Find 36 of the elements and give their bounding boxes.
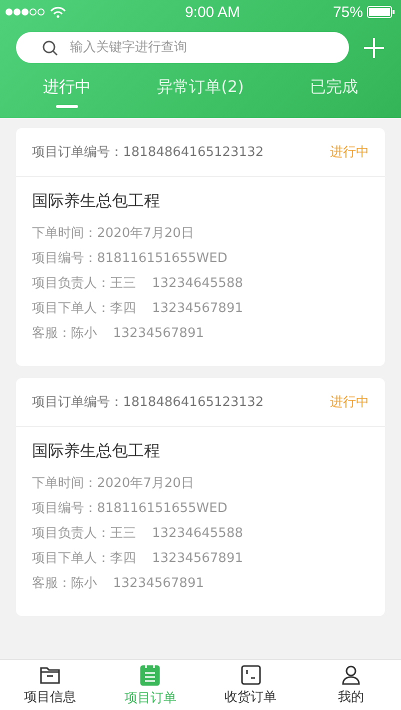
battery-percent: 75% — [332, 4, 363, 20]
project-title: 国际养生总包工程 — [32, 191, 161, 212]
status-time: 9:00 AM — [184, 4, 240, 20]
phone-number: 13234645588 — [152, 276, 243, 291]
detail-text: 客服：陈小 — [32, 575, 97, 592]
notepad-icon — [140, 664, 160, 686]
order-card[interactable]: 项目订单编号：18184864165123132 进行中 国际养生总包工程 下单时间：2020年7月20日 项目编号：818116151655WED 项目负责人：王三 13234645588 项目下单人：李四 13234567891 客服：陈小 13234567891 — [16, 128, 385, 366]
phone-number: 13234567891 — [152, 551, 243, 566]
detail-text: 项目编号：818116151655WED — [32, 500, 228, 517]
search-field[interactable]: 输入关键字进行查询 — [16, 32, 349, 63]
project-title: 国际养生总包工程 — [32, 441, 161, 462]
folder-icon — [39, 664, 62, 684]
phone-number: 13234645588 — [152, 526, 243, 541]
detail-text: 项目下单人：李四 — [32, 300, 136, 317]
phone-number: 13234567891 — [113, 326, 204, 341]
order-status: 进行中 — [330, 144, 369, 161]
order-number: 项目订单编号：18184864165123132 — [32, 394, 264, 411]
add-icon[interactable] — [363, 36, 385, 58]
order-card[interactable]: 项目订单编号：18184864165123132 进行中 国际养生总包工程 下单时间：2020年7月20日 项目编号：818116151655WED 项目负责人：王三 13234645588 项目下单人：李四 13234567891 客服：陈小 13234567891 — [16, 378, 385, 616]
detail-text: 项目下单人：李四 — [32, 550, 136, 567]
order-status: 进行中 — [330, 394, 369, 411]
detail-text: 项目负责人：王三 — [32, 275, 136, 292]
box-icon — [240, 664, 261, 684]
order-number: 项目订单编号：18184864165123132 — [32, 144, 264, 161]
battery-icon — [366, 6, 395, 18]
nav-item[interactable]: 收货订单 — [210, 664, 291, 706]
detail-text: 下单时间：2020年7月20日 — [32, 225, 194, 242]
detail-text: 项目编号：818116151655WED — [32, 250, 228, 267]
detail-text: 项目负责人：王三 — [32, 525, 136, 542]
phone-number: 13234567891 — [152, 301, 243, 316]
person-icon — [340, 664, 361, 684]
nav-item[interactable]: 我的 — [310, 664, 391, 706]
nav-item[interactable]: 项目信息 — [10, 664, 90, 706]
detail-text: 客服：陈小 — [32, 325, 97, 342]
detail-text: 下单时间：2020年7月20日 — [32, 475, 194, 492]
phone-number: 13234567891 — [113, 576, 204, 591]
